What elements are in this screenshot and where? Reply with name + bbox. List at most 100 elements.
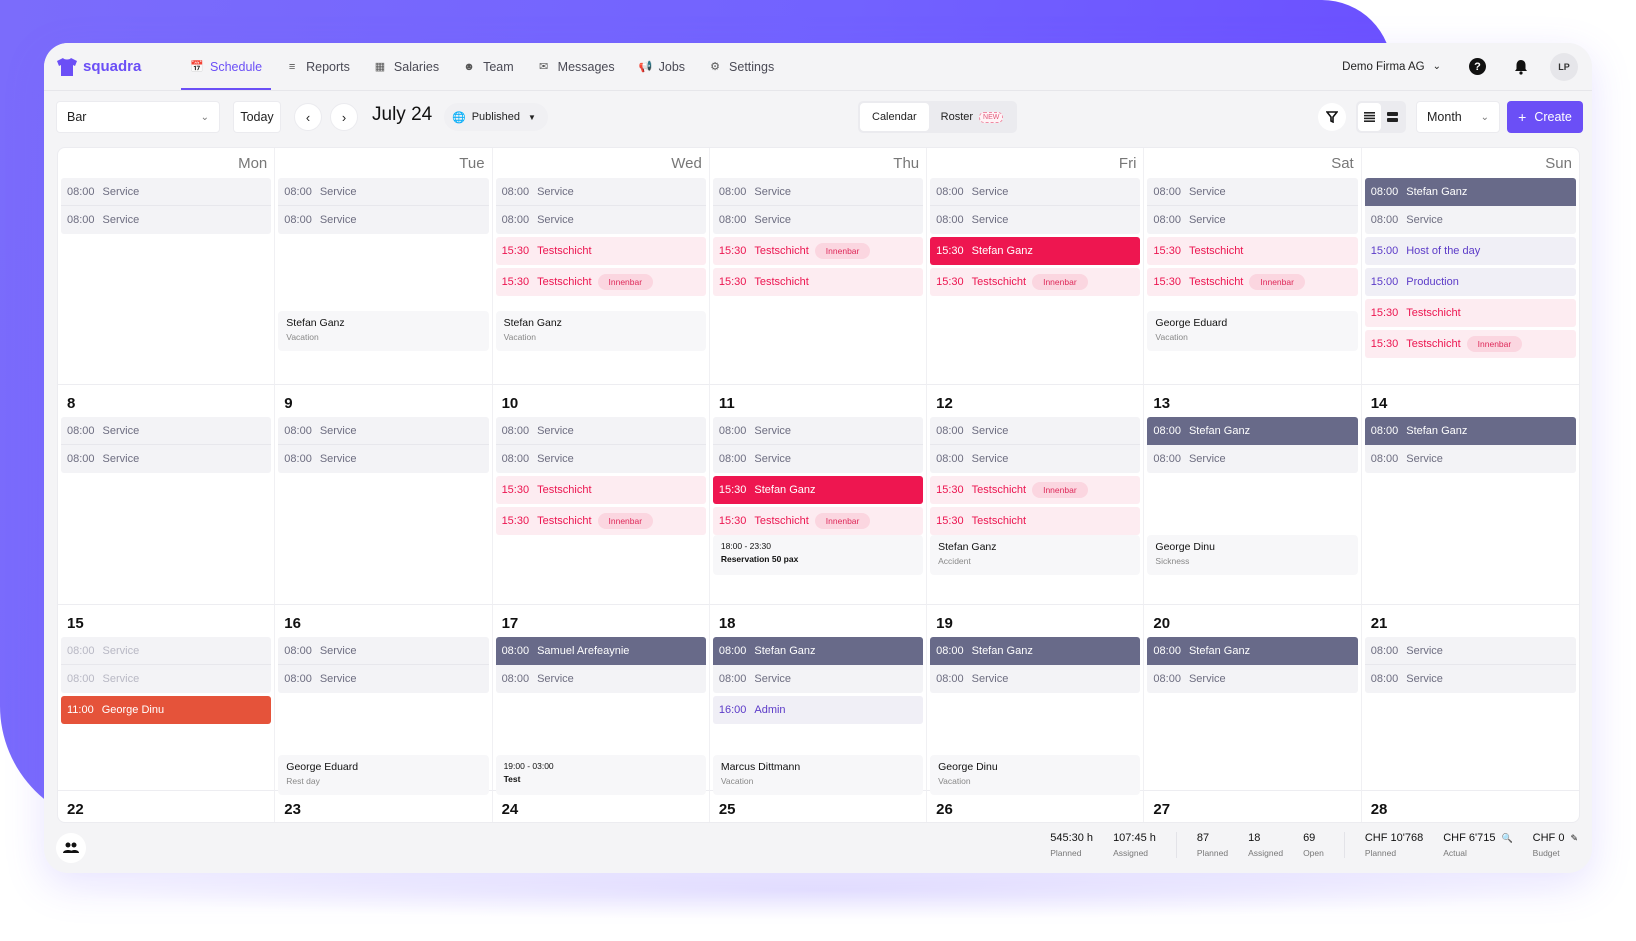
shift-item[interactable]: 15:30 Testschicht [495,237,706,265]
shift-item[interactable]: 08:00 Service [495,445,706,473]
shift-item[interactable]: 08:00 Stefan Ganz [712,637,924,665]
prev-period-button[interactable]: ‹ [294,103,322,131]
absence-card[interactable]: Stefan Ganz Vacation [495,311,706,351]
create-button[interactable]: + Create [1507,101,1583,133]
location-select[interactable]: Bar ⌄ [56,101,220,133]
company-switcher[interactable]: Demo Firma AG ⌄ [1342,61,1441,73]
next-period-button[interactable]: › [330,103,358,131]
day-cell[interactable]: 20 08:00 Stefan Ganz 08:00 Service [1144,605,1362,791]
nav-item-schedule[interactable]: 📅 Schedule [181,43,272,90]
logo[interactable]: squadra [56,57,161,77]
shift-item[interactable]: 08:00 Service [495,665,706,693]
search-icon[interactable]: 🔍 [1501,833,1512,844]
shift-item[interactable]: 15:30 Testschicht Innenbar [712,507,924,535]
shift-item[interactable]: 15:30 Testschicht Innenbar [712,237,924,265]
absence-card[interactable]: Stefan Ganz Accident [930,535,1141,575]
pencil-icon[interactable]: ✎ [1570,833,1578,844]
bell-icon[interactable] [1512,58,1530,76]
shift-item[interactable]: 08:00 Service [495,206,706,234]
day-cell[interactable]: Wed 08:00 Service 08:00 Service 15:30 Testschi… [492,148,710,385]
nav-item-settings[interactable]: ⚙ Settings [700,43,783,90]
day-cell[interactable]: 18 08:00 Stefan Ganz 08:00 Service 16:00 Admin… [709,605,928,795]
day-cell[interactable]: 15 08:00 Service 08:00 Service 11:00 George Di… [58,605,276,791]
shift-item[interactable]: 08:00 Stefan Ganz [1364,417,1576,445]
density-expanded-button[interactable] [1381,103,1404,131]
shift-item[interactable]: 08:00 Service [278,445,489,473]
shift-item[interactable]: 15:30 Testschicht [1364,299,1576,327]
day-cell[interactable]: 24 [493,791,710,822]
shift-item[interactable]: 08:00 Service [1147,178,1358,206]
day-cell[interactable]: Fri 08:00 Service 08:00 Service 15:30 Stefan G… [927,148,1145,385]
shift-item[interactable]: 08:00 Stefan Ganz [930,637,1141,665]
shift-item[interactable]: 08:00 Service [61,637,272,665]
shift-item[interactable]: 08:00 Service [712,178,924,206]
shift-item[interactable]: 08:00 Service [278,206,489,234]
shift-item[interactable]: 08:00 Stefan Ganz [1364,178,1576,206]
shift-item[interactable]: 08:00 Service [1364,637,1576,665]
shift-item[interactable]: 08:00 Service [278,417,489,445]
shift-item[interactable]: 08:00 Service [61,178,272,206]
day-cell[interactable]: Sun 08:00 Stefan Ganz 08:00 Service 15:00 Host… [1361,148,1579,385]
shift-item[interactable]: 15:30 Testschicht [712,268,924,296]
shift-item[interactable]: 08:00 Service [1364,206,1576,234]
shift-item[interactable]: 08:00 Stefan Ganz [1147,637,1358,665]
day-cell[interactable]: 12 08:00 Service 08:00 Service 15:30 Testschic… [927,385,1145,605]
today-button[interactable]: Today [233,101,281,133]
day-cell[interactable]: 16 08:00 Service 08:00 Service George Eduard R… [275,605,493,795]
day-cell[interactable]: 11 08:00 Service 08:00 Service 15:30 Stefan Ga… [709,385,928,605]
nav-item-salaries[interactable]: ▦ Salaries [365,43,448,90]
day-cell[interactable]: 23 [275,791,493,822]
shift-item[interactable]: 15:30 Testschicht [930,507,1141,535]
shift-item[interactable]: 15:30 Testschicht Innenbar [495,507,706,535]
absence-card[interactable]: George Eduard Rest day [278,755,489,795]
shift-item[interactable]: 08:00 Stefan Ganz [1147,417,1358,445]
nav-item-reports[interactable]: ≡ Reports [277,43,359,90]
absence-card[interactable]: Stefan Ganz Vacation [278,311,489,351]
event-card[interactable]: 19:00 - 03:00 Test [495,755,706,795]
event-card[interactable]: 18:00 - 23:30 Reservation 50 pax [712,535,924,575]
shift-item[interactable]: 16:00 Admin [712,696,924,724]
shift-item[interactable]: 11:00 George Dinu [61,696,272,724]
nav-item-jobs[interactable]: 📢 Jobs [630,43,694,90]
shift-item[interactable]: 15:30 Testschicht Innenbar [930,476,1141,504]
shift-item[interactable]: 15:00 Production [1364,268,1576,296]
help-icon[interactable]: ? [1469,58,1486,75]
shift-item[interactable]: 08:00 Service [712,445,924,473]
tab-roster[interactable]: Roster NEW [929,103,1016,131]
shift-item[interactable]: 08:00 Service [712,665,924,693]
tab-calendar[interactable]: Calendar [860,103,929,131]
shift-item[interactable]: 08:00 Service [61,417,272,445]
shift-item[interactable]: 08:00 Service [930,665,1141,693]
shift-item[interactable]: 15:30 Testschicht [495,476,706,504]
shift-item[interactable]: 08:00 Service [61,665,272,693]
day-cell[interactable]: Tue 08:00 Service 08:00 Service Stefan Ganz Va… [275,148,493,385]
absence-card[interactable]: George Dinu Sickness [1147,535,1358,575]
day-cell[interactable]: 26 [927,791,1145,822]
day-cell[interactable]: Thu 08:00 Service 08:00 Service 15:30 Testschi… [709,148,928,385]
day-cell[interactable]: Sat 08:00 Service 08:00 Service 15:30 Testschi… [1144,148,1362,385]
day-cell[interactable]: 21 08:00 Service 08:00 Service [1361,605,1579,791]
day-cell[interactable]: 28 [1362,791,1579,822]
filter-button[interactable] [1318,103,1346,131]
day-cell[interactable]: Mon 08:00 Service 08:00 Service [58,148,276,385]
absence-card[interactable]: George Eduard Vacation [1147,311,1358,351]
day-cell[interactable]: 10 08:00 Service 08:00 Service 15:30 Testschic… [492,385,710,605]
avatar[interactable]: LP [1550,52,1578,81]
shift-item[interactable]: 15:30 Testschicht Innenbar [1364,330,1576,358]
shift-item[interactable]: 15:30 Stefan Ganz [712,476,924,504]
day-cell[interactable]: 17 08:00 Samuel Arefeaynie 08:00 Service 19:0… [492,605,710,795]
shift-item[interactable]: 08:00 Service [278,665,489,693]
shift-item[interactable]: 08:00 Service [495,417,706,445]
team-panel-button[interactable] [56,833,86,863]
shift-item[interactable]: 08:00 Service [930,206,1141,234]
publish-status-button[interactable]: 🌐 Published ▼ [444,103,548,131]
shift-item[interactable]: 08:00 Service [930,178,1141,206]
shift-item[interactable]: 15:30 Testschicht Innenbar [930,268,1141,296]
day-cell[interactable]: 22 [58,791,276,822]
nav-item-team[interactable]: ☻ Team [454,43,523,90]
day-cell[interactable]: 19 08:00 Stefan Ganz 08:00 Service George Din… [927,605,1145,795]
shift-item[interactable]: 15:30 Stefan Ganz [930,237,1141,265]
shift-item[interactable]: 08:00 Service [278,178,489,206]
nav-item-messages[interactable]: ✉ Messages [529,43,624,90]
shift-item[interactable]: 15:30 Testschicht [1147,237,1358,265]
